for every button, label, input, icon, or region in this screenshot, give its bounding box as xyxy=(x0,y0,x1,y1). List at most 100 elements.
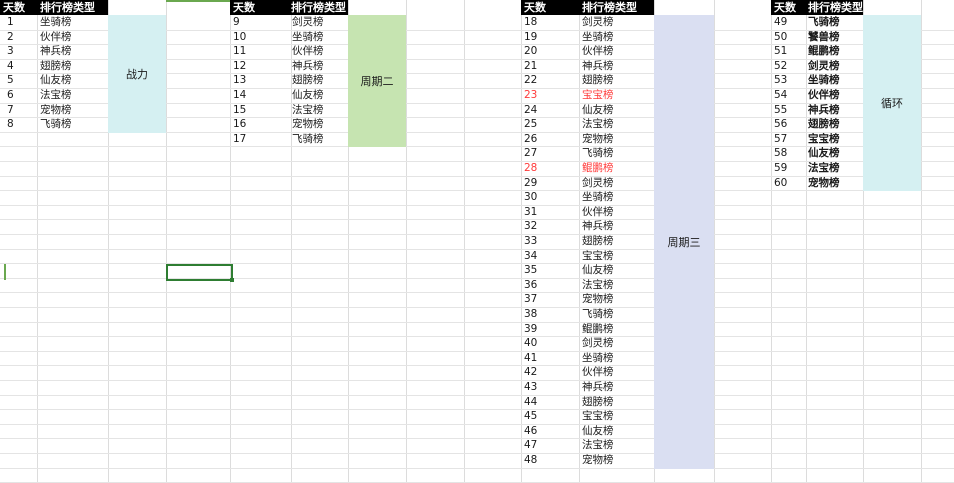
rank-name-cell[interactable]: 神兵榜 xyxy=(40,44,72,59)
day-cell[interactable]: 45 xyxy=(524,409,537,424)
rank-name-cell[interactable]: 神兵榜 xyxy=(292,59,324,74)
rank-name-cell[interactable]: 伙伴榜 xyxy=(292,44,324,59)
day-cell[interactable]: 6 xyxy=(7,88,14,103)
rank-name-cell[interactable]: 翅膀榜 xyxy=(292,73,324,88)
header-day[interactable]: 天数 xyxy=(524,0,546,15)
day-cell[interactable]: 29 xyxy=(524,176,537,191)
rank-name-cell[interactable]: 法宝榜 xyxy=(582,117,614,132)
rank-name-cell[interactable]: 剑灵榜 xyxy=(582,15,614,30)
rank-name-cell[interactable]: 仙友榜 xyxy=(40,73,72,88)
rank-name-cell[interactable]: 翅膀榜 xyxy=(40,59,72,74)
day-cell[interactable]: 51 xyxy=(774,44,787,59)
day-cell[interactable]: 27 xyxy=(524,146,537,161)
day-cell[interactable]: 1 xyxy=(7,15,14,30)
day-cell[interactable]: 43 xyxy=(524,380,537,395)
rank-name-cell[interactable]: 宝宝榜 xyxy=(582,409,614,424)
rank-name-cell[interactable]: 坐骑榜 xyxy=(40,15,72,30)
day-cell[interactable]: 57 xyxy=(774,132,787,147)
rank-name-cell[interactable]: 宝宝榜 xyxy=(582,88,614,103)
rank-name-cell[interactable]: 坐骑榜 xyxy=(582,30,614,45)
day-cell[interactable]: 35 xyxy=(524,263,537,278)
rank-name-cell[interactable]: 坐骑榜 xyxy=(808,73,840,88)
rank-name-cell[interactable]: 法宝榜 xyxy=(582,278,614,293)
day-cell[interactable]: 18 xyxy=(524,15,537,30)
day-cell[interactable]: 24 xyxy=(524,103,537,118)
rank-name-cell[interactable]: 坐骑榜 xyxy=(582,351,614,366)
rank-name-cell[interactable]: 飞骑榜 xyxy=(582,146,614,161)
rank-name-cell[interactable]: 伙伴榜 xyxy=(582,205,614,220)
rank-name-cell[interactable]: 坐骑榜 xyxy=(582,190,614,205)
header-rank-type[interactable]: 排行榜类型 xyxy=(808,0,863,15)
day-cell[interactable]: 38 xyxy=(524,307,537,322)
rank-name-cell[interactable]: 法宝榜 xyxy=(292,103,324,118)
rank-name-cell[interactable]: 翅膀榜 xyxy=(582,234,614,249)
rank-name-cell[interactable]: 伙伴榜 xyxy=(808,88,840,103)
day-cell[interactable]: 25 xyxy=(524,117,537,132)
day-cell[interactable]: 33 xyxy=(524,234,537,249)
day-cell[interactable]: 12 xyxy=(233,59,246,74)
spreadsheet-grid[interactable]: 天数 排行榜类型 1 坐骑榜 2 伙伴榜 3 神兵榜 4 翅膀榜 5 仙友榜 6 法宝榜 7 宠物榜 8 飞骑榜战… xyxy=(0,0,954,483)
section-label-cell[interactable]: 循环 xyxy=(863,15,921,192)
day-cell[interactable]: 7 xyxy=(7,103,14,118)
rank-name-cell[interactable]: 宠物榜 xyxy=(582,132,614,147)
day-cell[interactable]: 4 xyxy=(7,59,14,74)
day-cell[interactable]: 36 xyxy=(524,278,537,293)
section-label-cell[interactable]: 周期二 xyxy=(348,15,406,148)
day-cell[interactable]: 20 xyxy=(524,44,537,59)
day-cell[interactable]: 23 xyxy=(524,88,537,103)
rank-name-cell[interactable]: 仙友榜 xyxy=(808,146,840,161)
day-cell[interactable]: 31 xyxy=(524,205,537,220)
header-day[interactable]: 天数 xyxy=(3,0,25,15)
day-cell[interactable]: 13 xyxy=(233,73,246,88)
rank-name-cell[interactable]: 宠物榜 xyxy=(808,176,840,191)
rank-name-cell[interactable]: 法宝榜 xyxy=(582,438,614,453)
day-cell[interactable]: 26 xyxy=(524,132,537,147)
header-day[interactable]: 天数 xyxy=(233,0,255,15)
day-cell[interactable]: 34 xyxy=(524,249,537,264)
day-cell[interactable]: 19 xyxy=(524,30,537,45)
rank-name-cell[interactable]: 飞骑榜 xyxy=(40,117,72,132)
rank-name-cell[interactable]: 饕兽榜 xyxy=(808,30,840,45)
rank-name-cell[interactable]: 仙友榜 xyxy=(582,424,614,439)
rank-name-cell[interactable]: 神兵榜 xyxy=(582,219,614,234)
day-cell[interactable]: 40 xyxy=(524,336,537,351)
rank-name-cell[interactable]: 翅膀榜 xyxy=(808,117,840,132)
rank-name-cell[interactable]: 鲲鹏榜 xyxy=(582,161,614,176)
day-cell[interactable]: 55 xyxy=(774,103,787,118)
day-cell[interactable]: 11 xyxy=(233,44,246,59)
section-label-cell[interactable]: 战力 xyxy=(108,15,166,133)
day-cell[interactable]: 56 xyxy=(774,117,787,132)
header-rank-type[interactable]: 排行榜类型 xyxy=(40,0,95,15)
rank-name-cell[interactable]: 剑灵榜 xyxy=(582,176,614,191)
day-cell[interactable]: 10 xyxy=(233,30,246,45)
rank-name-cell[interactable]: 剑灵榜 xyxy=(582,336,614,351)
rank-name-cell[interactable]: 翅膀榜 xyxy=(582,395,614,410)
rank-name-cell[interactable]: 仙友榜 xyxy=(582,263,614,278)
day-cell[interactable]: 22 xyxy=(524,73,537,88)
rank-name-cell[interactable]: 翅膀榜 xyxy=(582,73,614,88)
rank-name-cell[interactable]: 伙伴榜 xyxy=(582,44,614,59)
header-day[interactable]: 天数 xyxy=(774,0,796,15)
rank-name-cell[interactable]: 宠物榜 xyxy=(582,453,614,468)
rank-name-cell[interactable]: 飞骑榜 xyxy=(582,307,614,322)
day-cell[interactable]: 60 xyxy=(774,176,787,191)
day-cell[interactable]: 2 xyxy=(7,30,14,45)
day-cell[interactable]: 17 xyxy=(233,132,246,147)
day-cell[interactable]: 44 xyxy=(524,395,537,410)
day-cell[interactable]: 48 xyxy=(524,453,537,468)
rank-name-cell[interactable]: 鲲鹏榜 xyxy=(582,322,614,337)
fill-handle[interactable] xyxy=(230,278,234,282)
day-cell[interactable]: 47 xyxy=(524,438,537,453)
active-cell-selection[interactable] xyxy=(166,264,233,281)
rank-name-cell[interactable]: 法宝榜 xyxy=(40,88,72,103)
rank-name-cell[interactable]: 神兵榜 xyxy=(582,59,614,74)
header-rank-type[interactable]: 排行榜类型 xyxy=(291,0,346,15)
day-cell[interactable]: 21 xyxy=(524,59,537,74)
day-cell[interactable]: 14 xyxy=(233,88,246,103)
day-cell[interactable]: 49 xyxy=(774,15,787,30)
rank-name-cell[interactable]: 飞骑榜 xyxy=(808,15,840,30)
rank-name-cell[interactable]: 鲲鹏榜 xyxy=(808,44,840,59)
section-label-cell[interactable]: 周期三 xyxy=(654,15,714,469)
day-cell[interactable]: 58 xyxy=(774,146,787,161)
rank-name-cell[interactable]: 坐骑榜 xyxy=(292,30,324,45)
